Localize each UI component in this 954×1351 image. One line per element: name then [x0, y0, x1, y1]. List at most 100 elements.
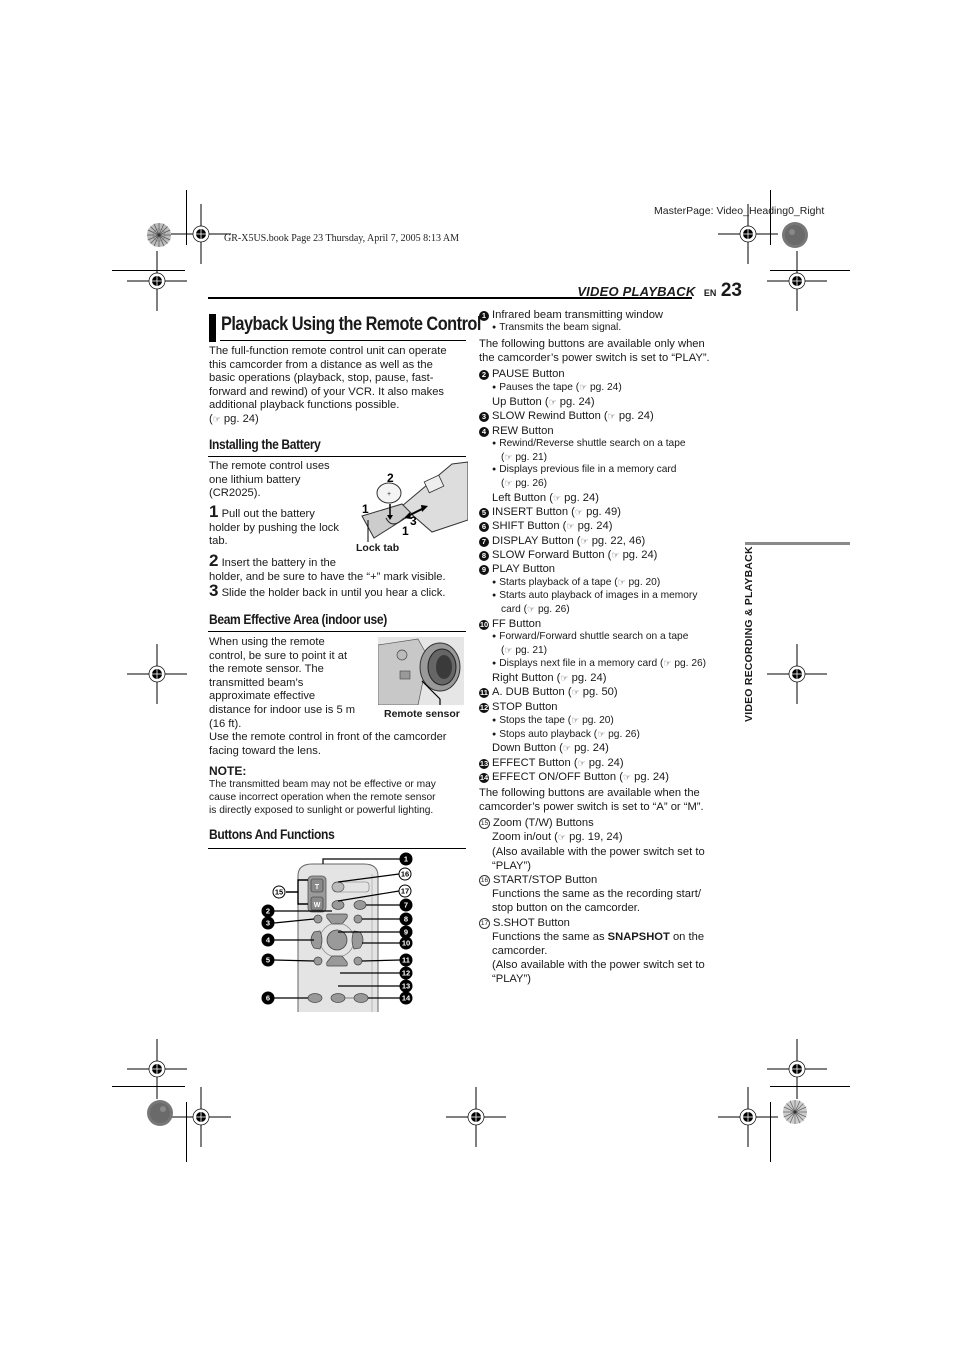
item-label: DISPLAY Button (	[492, 534, 581, 547]
item-number-icon: 4	[479, 426, 489, 437]
bullet-icon: ●	[492, 716, 497, 724]
note-heading: NOTE:	[209, 764, 247, 778]
page-reference[interactable]: ☞ pg. 24)	[623, 771, 669, 783]
reference-icon: ☞	[607, 411, 616, 422]
reference-icon: ☞	[574, 507, 583, 518]
item-label: SLOW Rewind Button (	[492, 410, 608, 423]
page-reference[interactable]: ☞ pg. 24)	[560, 672, 606, 684]
reference-icon: ☞	[560, 673, 569, 684]
intro-line: The following buttons are available only…	[479, 338, 705, 350]
function-item: 9 PLAY Button	[479, 562, 744, 576]
callout-number: 13	[402, 982, 410, 991]
item-detail: Left Button (☞ pg. 24)	[492, 491, 599, 504]
page-reference[interactable]: ☞ pg. 20)	[618, 577, 661, 588]
page-reference[interactable]: ☞ pg. 24)	[578, 757, 624, 769]
item-label: PLAY Button	[492, 563, 556, 575]
page-reference[interactable]: ☞ pg. 24)	[549, 396, 595, 408]
bullet-icon: ●	[492, 384, 497, 392]
intro-line: the camcorder’s power switch is set to “…	[479, 351, 710, 364]
figure-callout: 2	[387, 471, 394, 485]
item-number-icon: 1	[479, 311, 489, 321]
registration-crosshair-icon	[718, 1087, 778, 1147]
item-bullet: ● Transmits the beam signal.	[492, 322, 622, 334]
function-item: 3 SLOW Rewind Button (☞ pg. 24)	[479, 409, 744, 423]
registration-crosshair-icon	[127, 251, 187, 311]
page-reference[interactable]: ☞ pg. 20)	[571, 715, 614, 726]
reference-icon: ☞	[504, 451, 513, 462]
section-heading-buttons: Buttons And Functions	[209, 826, 335, 842]
page-reference[interactable]: ☞ pg. 50)	[572, 686, 618, 698]
registration-crosshair-icon	[446, 1087, 506, 1147]
item-detail: Zoom in/out (☞ pg. 19, 24)	[492, 831, 623, 844]
page-reference[interactable]: ☞ pg. 24)	[566, 520, 612, 532]
item-number-icon: 17	[479, 917, 490, 929]
page-reference[interactable]: ☞ pg. 24)	[611, 549, 657, 561]
item-label: S.SHOT Button	[493, 916, 570, 929]
page-reference[interactable]: ☞ pg. 19, 24)	[558, 831, 623, 843]
intro-line: camcorder’s power switch is set to “A” o…	[479, 800, 704, 813]
item-detail: Functions the same as the recording star…	[492, 888, 701, 901]
starburst-target-icon	[146, 222, 172, 248]
lock-tab-caption: Lock tab	[356, 542, 400, 554]
registration-crosshair-icon	[127, 644, 187, 704]
function-item: 5 INSERT Button (☞ pg. 49)	[479, 505, 744, 519]
function-item: 7 DISPLAY Button (☞ pg. 22, 46)	[479, 534, 744, 548]
page-reference[interactable]: ☞ pg. 26)	[663, 658, 706, 669]
sidebar-label: VIDEO RECORDING & PLAYBACK	[743, 546, 755, 722]
item-number-icon: 10	[479, 619, 489, 630]
item-bullet: ● Rewind/Reverse shuttle search on a tape	[492, 437, 686, 449]
remote-sensor-figure	[377, 637, 464, 706]
function-item: 2 PAUSE Button	[479, 367, 744, 381]
item-number-icon: 11	[479, 688, 489, 699]
callout-number: 11	[402, 956, 410, 965]
callout-number: 17	[401, 887, 409, 896]
page-reference[interactable]: ☞ pg. 26)	[597, 729, 640, 740]
page-reference[interactable]: ☞ pg. 22, 46)	[581, 535, 646, 547]
camera-mode-intro: The following buttons are available when…	[479, 787, 744, 814]
item-label: STOP Button	[492, 700, 558, 713]
sidebar-bar	[745, 542, 850, 545]
callout-number: 6	[266, 994, 270, 1003]
page-reference[interactable]: ☞ pg. 26)	[527, 604, 570, 615]
reference-icon: ☞	[552, 492, 562, 503]
item-label: REW Button	[492, 424, 554, 437]
coin-plus-mark: +	[387, 491, 391, 498]
item-detail: Functions the same as SNAPSHOT on the	[492, 930, 705, 943]
reference-icon: ☞	[597, 728, 606, 739]
callout-number: 7	[404, 901, 408, 910]
reference-icon: ☞	[557, 832, 566, 843]
reference-icon: ☞	[212, 413, 221, 424]
reference-icon: ☞	[622, 771, 632, 782]
callout-number: 2	[266, 907, 270, 916]
item-detail: Up Button (☞ pg. 24)	[492, 396, 595, 409]
page-reference[interactable]: pg. 24	[224, 413, 255, 425]
item-label: Infrared beam transmitting window	[492, 309, 663, 321]
reference-icon: ☞	[527, 603, 536, 614]
page-reference[interactable]: ☞ pg. 21)	[504, 452, 547, 463]
function-item: 1 Infrared beam transmitting window	[479, 308, 744, 322]
page-reference[interactable]: ☞ pg. 49)	[575, 506, 621, 518]
remote-diagram: T W 15 2 3 4 5 6 1 16 17 7 8 9 10 11 12 13 14	[258, 852, 418, 1012]
page-reference[interactable]: ☞ pg. 26)	[504, 478, 547, 489]
bullet-icon: ●	[492, 660, 497, 668]
page-reference[interactable]: ☞ pg. 24)	[579, 382, 622, 393]
function-item: 8 SLOW Forward Button (☞ pg. 24)	[479, 548, 744, 562]
reference-icon: ☞	[562, 743, 571, 754]
page-number: 23	[720, 280, 742, 301]
callout-number: 16	[401, 870, 409, 879]
item-detail: camcorder.	[492, 945, 548, 958]
reference-icon: ☞	[577, 757, 586, 768]
page-reference[interactable]: ☞ pg. 24)	[608, 410, 654, 422]
function-item: 16 START/STOP Button	[479, 873, 744, 887]
page-reference[interactable]: ☞ pg. 24)	[563, 742, 609, 754]
note-text: The transmitted beam may not be effectiv…	[209, 779, 436, 816]
item-bullet: ● Stops auto playback (☞ pg. 26)	[492, 728, 640, 740]
emphasis: SNAPSHOT	[607, 930, 670, 943]
page-reference[interactable]: ☞ pg. 21)	[504, 645, 547, 656]
function-item: 12 STOP Button	[479, 700, 744, 714]
battery-step-2: 2 Insert the battery in the holder, and …	[209, 551, 446, 583]
bullet-icon: ●	[492, 592, 497, 599]
battery-step-3: 3 Slide the holder back in until you hea…	[209, 581, 446, 600]
header-rule	[208, 297, 692, 299]
page-reference[interactable]: ☞ pg. 24)	[553, 492, 599, 504]
